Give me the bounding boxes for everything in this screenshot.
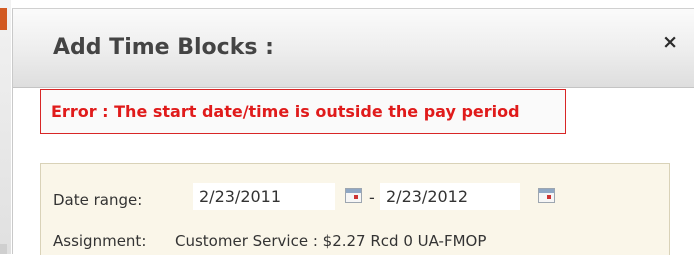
start-date-calendar-icon[interactable] [345,188,362,203]
end-date-input[interactable]: 2/23/2012 [380,183,520,210]
date-range-label: Date range: [53,191,143,209]
calendar-icon-marker [354,195,358,199]
error-message: Error : The start date/time is outside t… [51,102,520,121]
dialog-title: Add Time Blocks : [53,35,274,60]
start-date-input[interactable]: 2/23/2011 [193,183,335,210]
background-tick [0,244,7,254]
add-time-blocks-dialog: Add Time Blocks : × Error : The start da… [12,8,694,255]
background-window-edge [0,0,11,254]
calendar-icon-header [539,189,554,193]
close-icon[interactable]: × [662,33,678,52]
time-block-form: Date range: 2/23/2011 - 2/23/2012 Assign… [40,163,670,255]
background-accent [0,8,7,30]
date-range-separator: - [369,188,375,207]
assignment-label: Assignment: [53,232,147,250]
calendar-icon-header [346,189,361,193]
error-message-box: Error : The start date/time is outside t… [40,89,566,134]
dialog-titlebar[interactable]: Add Time Blocks : × [13,9,694,88]
calendar-icon-marker [547,195,551,199]
end-date-calendar-icon[interactable] [538,188,555,203]
assignment-value[interactable]: Customer Service : $2.27 Rcd 0 UA-FMOP [175,232,486,250]
